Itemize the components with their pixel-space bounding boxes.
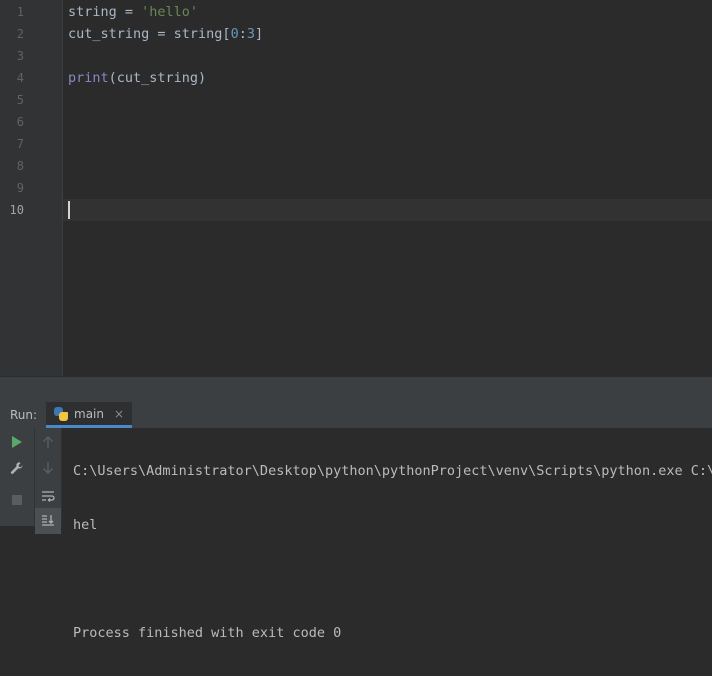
line-number-current: 10 xyxy=(9,203,24,217)
run-tab-label: main xyxy=(74,406,104,421)
edit-configuration-button[interactable] xyxy=(0,455,34,481)
code-token: cut_string = string[ xyxy=(68,26,231,42)
line-number-gutter: 1 2 3 4 5 6 7 8 9 10 xyxy=(0,0,63,378)
arrow-up-icon xyxy=(43,436,53,448)
soft-wrap-button[interactable] xyxy=(35,483,61,509)
run-toolbar-secondary xyxy=(35,428,62,534)
console-line: C:\Users\Administrator\Desktop\python\py… xyxy=(73,463,712,479)
code-token: string = xyxy=(68,4,142,20)
stop-button[interactable] xyxy=(0,487,34,513)
line-number: 2 xyxy=(16,27,24,41)
run-panel-header: Run: main × xyxy=(0,402,712,429)
console-output[interactable]: C:\Users\Administrator\Desktop\python\py… xyxy=(73,428,712,676)
text-caret xyxy=(68,201,70,219)
run-tab-main[interactable]: main × xyxy=(46,402,133,428)
code-token: 0 xyxy=(230,26,239,42)
next-occurrence-button[interactable] xyxy=(35,455,61,481)
close-icon[interactable]: × xyxy=(114,407,124,421)
arrow-down-icon xyxy=(43,462,53,474)
line-number: 9 xyxy=(16,181,24,195)
run-toolbar-primary xyxy=(0,428,35,526)
console-line: Process finished with exit code 0 xyxy=(73,625,342,641)
soft-wrap-icon xyxy=(42,491,55,502)
line-number: 1 xyxy=(16,5,24,19)
rerun-button[interactable] xyxy=(0,429,34,455)
wrench-icon xyxy=(10,462,23,474)
previous-occurrence-button[interactable] xyxy=(35,429,61,455)
run-label: Run: xyxy=(10,408,38,422)
scroll-to-end-button[interactable] xyxy=(35,508,61,534)
code-area[interactable]: string = 'hello' cut_string = string[0:3… xyxy=(63,0,712,378)
code-editor[interactable]: 1 2 3 4 5 6 7 8 9 10 string = 'hello' cu… xyxy=(0,0,712,378)
panel-splitter[interactable] xyxy=(0,376,712,403)
line-number: 3 xyxy=(16,49,24,63)
code-token: print xyxy=(68,70,109,86)
python-icon xyxy=(54,406,68,421)
line-number: 8 xyxy=(16,159,24,173)
play-icon xyxy=(12,436,22,448)
code-line-4[interactable]: print(cut_string) xyxy=(68,67,206,89)
code-token: 'hello' xyxy=(141,4,199,20)
code-token: : xyxy=(238,26,247,42)
code-token: ] xyxy=(254,26,264,42)
code-line-2[interactable]: cut_string = string[0:3] xyxy=(68,23,263,45)
line-number: 7 xyxy=(16,137,24,151)
code-token: (cut_string) xyxy=(108,70,207,86)
code-token: 3 xyxy=(246,26,255,42)
console-line: hel xyxy=(73,517,98,533)
code-line-1[interactable]: string = 'hello' xyxy=(68,1,198,23)
line-number: 5 xyxy=(16,93,24,107)
line-number: 4 xyxy=(16,71,24,85)
stop-icon xyxy=(12,495,22,505)
line-number: 6 xyxy=(16,115,24,129)
run-panel: C:\Users\Administrator\Desktop\python\py… xyxy=(0,428,712,641)
